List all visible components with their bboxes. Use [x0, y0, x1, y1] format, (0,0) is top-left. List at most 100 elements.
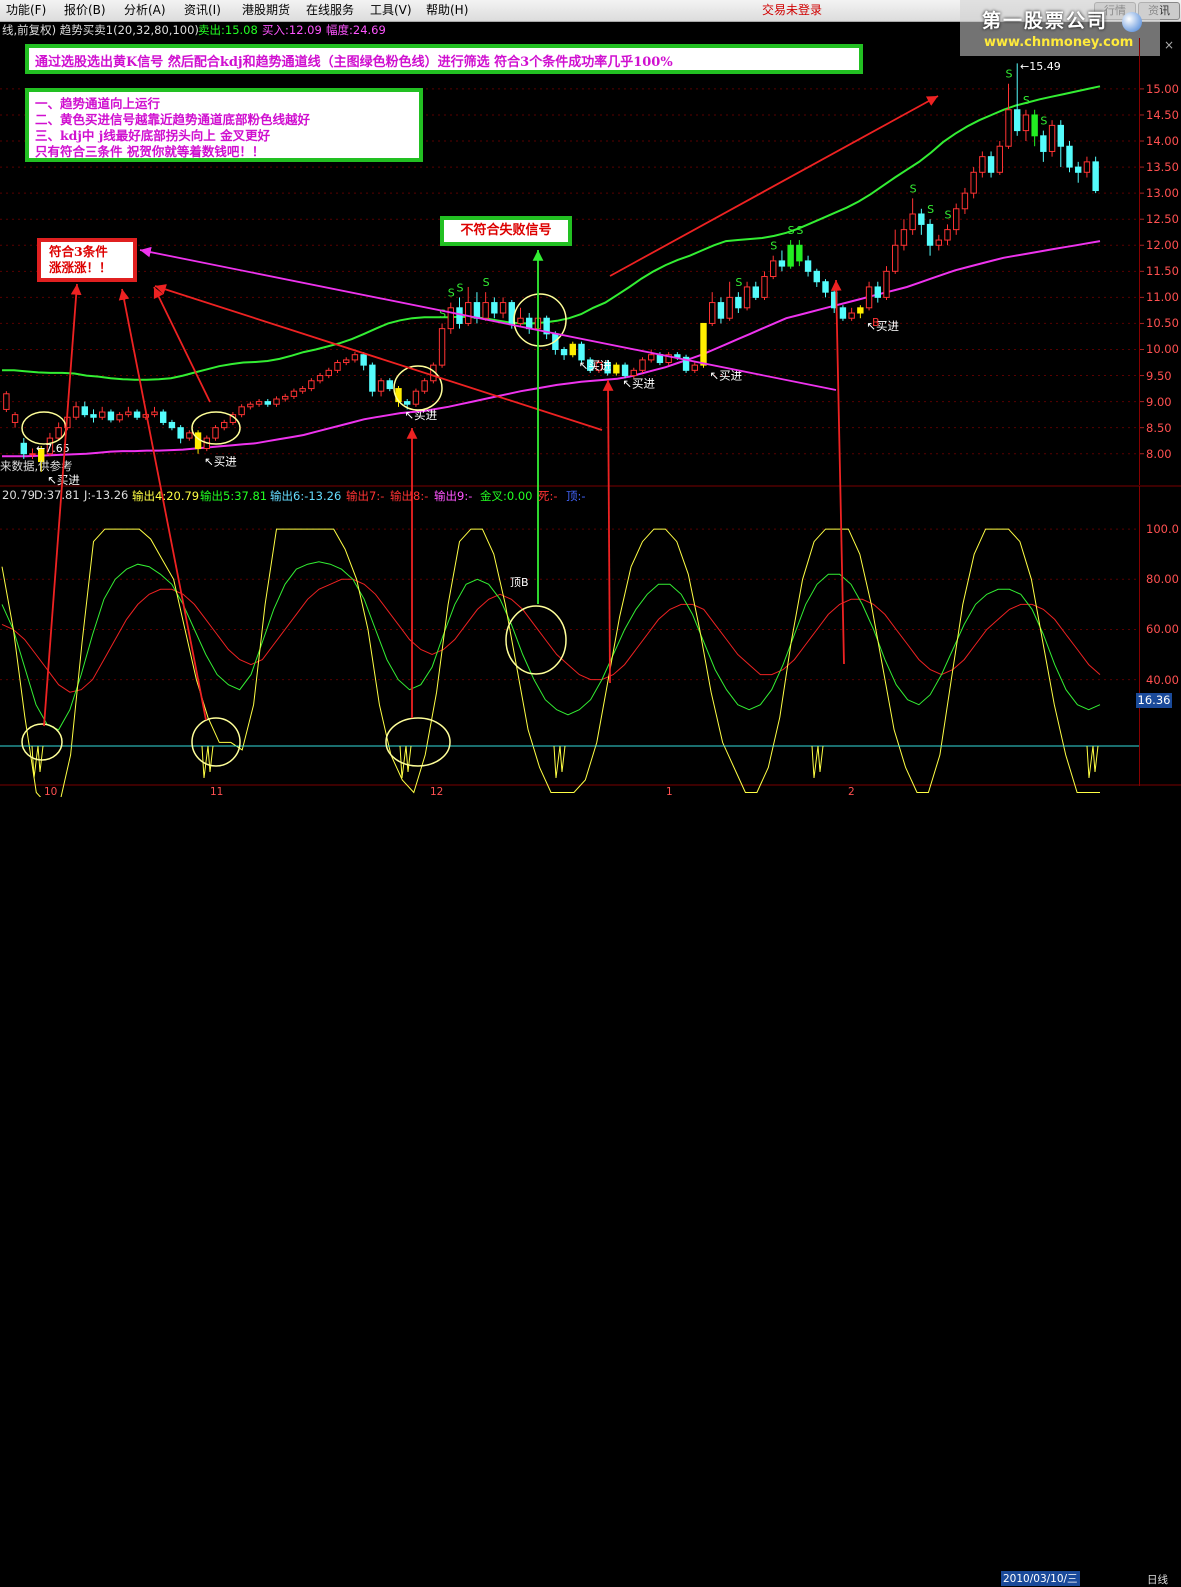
- candle-body: [343, 359, 350, 364]
- highlight-circle: [385, 717, 451, 767]
- candle-body: [944, 229, 951, 241]
- candle-body: [517, 317, 524, 324]
- d-value: D:37.81: [34, 488, 80, 502]
- candle-body: [996, 145, 1003, 173]
- candle-body: [560, 348, 568, 356]
- candle-body: [892, 244, 899, 272]
- sell-mark: S: [483, 276, 490, 289]
- candle-body: [491, 302, 498, 314]
- candle-body: [212, 427, 219, 439]
- candle-body: [133, 411, 141, 418]
- success-note: 符合3条件 涨涨涨！！: [37, 238, 137, 282]
- candle-body: [848, 312, 855, 319]
- red-arrow: [153, 286, 211, 403]
- disclaimer-label: 来数据,供参考: [0, 459, 73, 473]
- candle-body: [447, 307, 454, 330]
- price-axis-label: 14.50: [1146, 107, 1179, 122]
- candle-body: [709, 302, 716, 324]
- period-label[interactable]: 日线: [1147, 1572, 1168, 1587]
- candle-body: [987, 156, 995, 173]
- candle-body: [630, 369, 637, 377]
- success-line-2: 涨涨涨！！: [49, 260, 112, 275]
- x-label-feb: 2: [848, 786, 855, 798]
- candle-body: [377, 380, 385, 392]
- candle-body: [421, 380, 428, 392]
- price-axis-label: 8.50: [1146, 420, 1172, 435]
- indicator-axis-label: 80.00: [1146, 572, 1179, 587]
- output5-value: 输出5:37.81: [200, 489, 268, 503]
- candle-body: [804, 260, 812, 272]
- candle-body: [1022, 114, 1030, 132]
- candle-body: [3, 393, 10, 410]
- sell-mark: S: [448, 287, 455, 300]
- sell-mark: S: [457, 281, 464, 294]
- candle-body: [770, 260, 777, 278]
- candle-body: [1075, 166, 1082, 173]
- candle-body: [796, 244, 803, 262]
- price-axis-label: 13.50: [1146, 160, 1179, 175]
- price-axis-label: 9.00: [1146, 394, 1172, 409]
- candle-body: [1048, 124, 1056, 152]
- candle-body: [935, 239, 942, 246]
- bottom-spike: [31, 745, 44, 779]
- candle-body: [735, 296, 742, 309]
- candle-body: [186, 432, 193, 439]
- price-axis-label: 12.00: [1146, 238, 1179, 253]
- strategy-note: 通过选股选出黄K信号 然后配合kdj和趋势通道线（主图绿色粉色线）进行筛选 符合…: [25, 44, 863, 74]
- candle-body: [107, 411, 115, 421]
- candle-body: [29, 453, 36, 456]
- candle-body: [316, 375, 324, 382]
- candle-body: [857, 307, 864, 314]
- x-label-dec: 12: [430, 786, 444, 798]
- output4-value: 输出4:20.79: [132, 489, 200, 503]
- candle-body: [238, 406, 245, 416]
- cursor-date: 2010/03/10/三: [1001, 1571, 1080, 1586]
- sell-mark: S: [788, 224, 795, 237]
- b-mark: B: [872, 316, 880, 329]
- candle-body: [865, 286, 873, 309]
- candle-body: [752, 286, 759, 298]
- candle-body: [81, 406, 88, 416]
- condition-1: 一、趋势通道向上运行: [35, 96, 161, 111]
- highlight-circle: [191, 717, 241, 767]
- candle-body: [883, 270, 890, 298]
- sell-mark: S: [770, 240, 777, 253]
- candle-body: [970, 171, 977, 194]
- highlight-circle: [505, 605, 567, 675]
- output9-value: 输出9:-: [434, 489, 473, 503]
- candle-body: [247, 403, 254, 408]
- candle-body: [168, 421, 176, 429]
- candle-body: [787, 244, 794, 267]
- fail-signal-note: 不符合失败信号: [440, 216, 572, 246]
- buy-signal-label: ↖买进: [204, 455, 237, 469]
- candle-body: [639, 359, 646, 371]
- candle-body: [918, 213, 925, 225]
- candle-body: [961, 192, 969, 210]
- candle-body: [874, 286, 881, 298]
- candle-body: [1057, 124, 1064, 147]
- candle-body: [90, 414, 97, 418]
- candle-body: [221, 421, 228, 429]
- candle-body: [953, 208, 960, 231]
- sell-mark: S: [1006, 68, 1013, 81]
- buy-signal-label: ↖买进: [47, 473, 80, 487]
- candle-body: [55, 427, 62, 439]
- price-axis-label: 8.00: [1146, 446, 1172, 461]
- candle-body: [456, 307, 463, 324]
- candle-body: [404, 401, 411, 405]
- price-axis-label: 14.00: [1146, 134, 1179, 149]
- x-label-jan: 1: [666, 786, 673, 798]
- candle-body: [1040, 135, 1047, 152]
- candle-body: [386, 380, 393, 390]
- candle-body: [743, 286, 751, 309]
- candle-body: [264, 401, 271, 405]
- candle-body: [177, 427, 184, 439]
- conditions-note: 一、趋势通道向上运行 二、黄色买进信号越靠近趋势通道底部粉色线越好 三、kdj中…: [25, 88, 423, 162]
- candle-body: [499, 302, 507, 314]
- bottom-spike: [811, 745, 824, 779]
- candle-body: [116, 414, 123, 421]
- candle-body: [465, 302, 472, 324]
- price-axis-label: 13.00: [1146, 186, 1179, 201]
- sell-mark: S: [945, 208, 952, 221]
- candle-body: [700, 322, 707, 366]
